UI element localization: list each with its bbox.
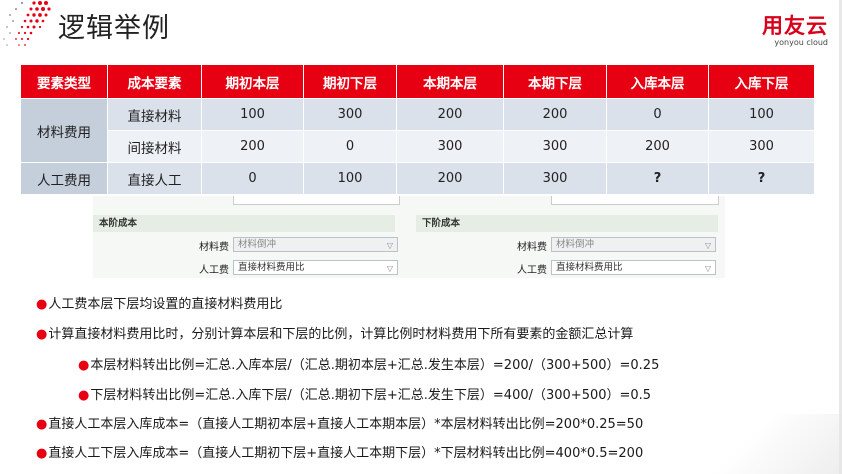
material-fee-label: 材料费 <box>199 242 229 253</box>
bullet-item: ●本层材料转出比例=汇总.入库本层/（汇总.期初本层+汇总.发生本层）=200/… <box>78 354 659 373</box>
bullet-text: 直接人工下层入库成本=（直接人工期初下层+直接人工本期下层）*下层材料转出比例=… <box>48 446 644 461</box>
bullet-text: 本层材料转出比例=汇总.入库本层/（汇总.期初本层+汇总.发生本层）=200/（… <box>90 358 660 373</box>
element-cell: 间接材料 <box>107 130 202 163</box>
value-cell: 300 <box>303 98 397 131</box>
bullet-dot-icon: ● <box>36 297 48 312</box>
bullet-item: ●下层材料转出比例=汇总.入库下层/（汇总.期初下层+汇总.发生下层）=400/… <box>78 384 651 403</box>
table-row: 人工费用 直接人工 0 100 200 300 ? ? <box>20 162 815 195</box>
cost-example-table: 要素类型 成本要素 期初本层 期初下层 本期本层 本期下层 入库本层 入库下层 … <box>20 64 815 195</box>
dot-pattern-decoration <box>3 1 51 46</box>
value-cell: 100 <box>303 162 397 195</box>
slide-title: 逻辑举例 <box>58 13 170 44</box>
value-cell: 200 <box>201 130 304 163</box>
cropped-field <box>551 196 719 205</box>
column-header: 本期下层 <box>503 64 607 99</box>
column-header: 本期本层 <box>396 64 504 99</box>
labor-fee-label: 人工费 <box>199 265 229 276</box>
value-cell: 100 <box>201 98 304 131</box>
value-cell: 200 <box>606 130 709 163</box>
value-cell: 300 <box>396 130 504 163</box>
select-value: 直接材料费用比 <box>556 262 623 273</box>
value-cell: 0 <box>606 98 709 131</box>
chevron-down-icon: ▽ <box>386 241 393 250</box>
material-fee-select[interactable]: 材料倒冲 ▽ <box>551 237 716 252</box>
slide: 逻辑举例 用友云 yonyou cloud 要素类型 成本要素 期初本层 期初下… <box>0 0 842 474</box>
logo-sub-text: yonyou cloud <box>774 38 828 47</box>
select-value: 直接材料费用比 <box>238 262 305 273</box>
select-value: 材料倒冲 <box>238 239 277 250</box>
cropped-field <box>233 196 400 205</box>
element-cell: 直接人工 <box>107 162 202 195</box>
value-cell: 300 <box>503 130 607 163</box>
column-header: 要素类型 <box>20 64 108 99</box>
value-cell: 300 <box>708 130 815 163</box>
bullet-item: ●人工费本层下层均设置的直接材料费用比 <box>36 293 282 312</box>
column-header: 期初本层 <box>201 64 304 99</box>
value-cell: 0 <box>303 130 397 163</box>
bullet-text: 计算直接材料费用比时，分别计算本层和下层的比例，计算比例时材料费用下所有要素的金… <box>48 327 634 342</box>
bullet-text: 下层材料转出比例=汇总.入库下层/（汇总.期初下层+汇总.发生下层）=400/（… <box>90 388 652 403</box>
table-row: 间接材料 200 0 300 300 200 300 <box>21 130 815 163</box>
cost-allocation-form: 本阶成本 下阶成本 材料费 材料倒冲 ▽ 人工费 直接材料费用比 ▽ 材料费 材… <box>93 196 725 278</box>
section-header-current-level: 本阶成本 <box>93 215 395 232</box>
column-header: 成本要素 <box>107 64 202 99</box>
bullet-dot-icon: ● <box>78 358 90 373</box>
bullet-text: 直接人工本层入库成本=（直接人工期初本层+直接人工本期本层）*本层材料转出比例=… <box>48 417 644 432</box>
bullet-text: 人工费本层下层均设置的直接材料费用比 <box>48 297 283 312</box>
bullet-item: ●直接人工下层入库成本=（直接人工期初下层+直接人工本期下层）*下层材料转出比例… <box>36 442 643 461</box>
bullet-item: ●直接人工本层入库成本=（直接人工期初本层+直接人工本期本层）*本层材料转出比例… <box>36 413 643 432</box>
section-header-lower-level: 下阶成本 <box>416 215 718 232</box>
chevron-down-icon: ▽ <box>704 264 711 273</box>
corner-fade-decoration <box>682 414 842 474</box>
yonyou-cloud-logo: 用友云 yonyou cloud <box>762 15 828 47</box>
labor-fee-label: 人工费 <box>517 265 547 276</box>
bullet-dot-icon: ● <box>36 446 48 461</box>
bullet-dot-icon: ● <box>36 327 48 342</box>
table-header-row: 要素类型 成本要素 期初本层 期初下层 本期本层 本期下层 入库本层 入库下层 <box>20 64 815 99</box>
element-cell: 直接材料 <box>107 98 202 131</box>
logo-main-text: 用友云 <box>762 14 828 38</box>
category-cell: 材料费用 <box>20 98 108 163</box>
value-cell: 0 <box>201 162 304 195</box>
table-row: 材料费用 直接材料 100 300 200 200 0 100 <box>20 98 815 163</box>
bullet-dot-icon: ● <box>78 388 90 403</box>
column-header: 期初下层 <box>303 64 397 99</box>
unknown-value-cell: ? <box>606 162 709 195</box>
value-cell: 200 <box>396 162 504 195</box>
value-cell: 200 <box>396 98 504 131</box>
labor-fee-select[interactable]: 直接材料费用比 ▽ <box>551 260 716 275</box>
bullet-dot-icon: ● <box>36 417 48 432</box>
value-cell: 100 <box>708 98 815 131</box>
column-header: 入库本层 <box>606 64 709 99</box>
unknown-value-cell: ? <box>708 162 815 195</box>
material-fee-select[interactable]: 材料倒冲 ▽ <box>233 237 398 252</box>
material-fee-label: 材料费 <box>517 242 547 253</box>
value-cell: 200 <box>503 98 607 131</box>
bullet-item: ●计算直接材料费用比时，分别计算本层和下层的比例，计算比例时材料费用下所有要素的… <box>36 323 633 342</box>
select-value: 材料倒冲 <box>556 239 595 250</box>
column-header: 入库下层 <box>708 64 815 99</box>
category-cell: 人工费用 <box>20 162 108 195</box>
labor-fee-select[interactable]: 直接材料费用比 ▽ <box>233 260 398 275</box>
chevron-down-icon: ▽ <box>704 241 711 250</box>
value-cell: 300 <box>503 162 607 195</box>
chevron-down-icon: ▽ <box>386 264 393 273</box>
